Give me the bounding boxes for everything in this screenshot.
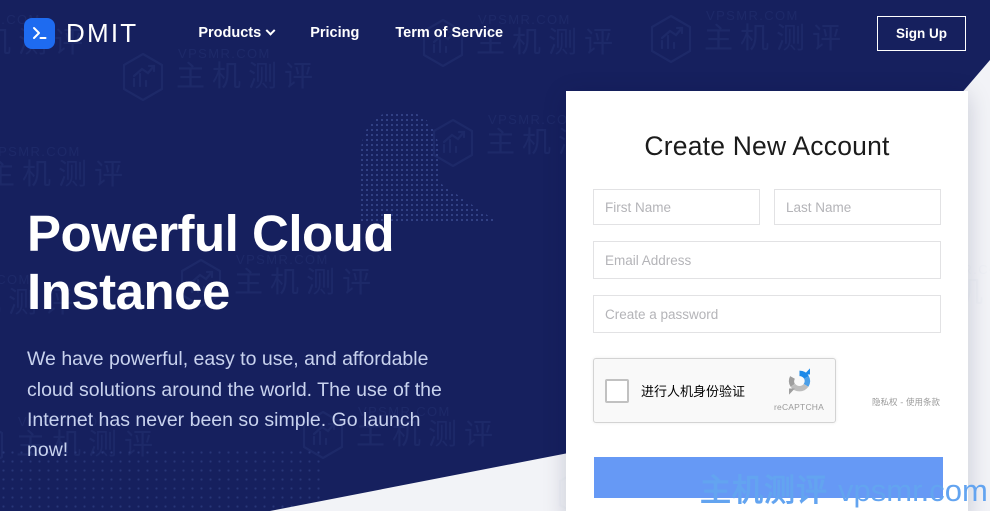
chevron-down-icon xyxy=(265,25,276,36)
watermark-cn: 主机测评 xyxy=(0,158,131,191)
email-field-row xyxy=(593,241,941,279)
recaptcha-terms: 隐私权 - 使用条款 xyxy=(872,398,940,409)
hero-title-line1: Powerful Cloud xyxy=(27,205,394,262)
page-root: VPSMR.COM 主机测评 VPSMR.COM 主机测评 xyxy=(0,0,990,511)
hero-paragraph: We have powerful, easy to use, and affor… xyxy=(27,348,442,462)
recaptcha-branding: reCAPTCHA 隐私权 - 使用条款 xyxy=(774,366,940,415)
nav-item-products[interactable]: Products xyxy=(198,25,276,41)
card-title: Create New Account xyxy=(644,131,890,161)
recaptcha-checkbox[interactable] xyxy=(605,378,629,403)
last-name-input[interactable] xyxy=(774,189,941,225)
brand-name: DMIT xyxy=(66,17,139,48)
recaptcha-label: 进行人机身份验证 xyxy=(641,385,746,400)
main-navigation: Products Pricing Term of Service xyxy=(198,25,503,41)
brand-logo[interactable]: DMIT xyxy=(24,17,139,49)
first-name-input[interactable] xyxy=(593,189,760,225)
create-account-submit-button[interactable] xyxy=(594,457,943,498)
watermark-tile: VPSMR.COM 主机测评 xyxy=(0,144,131,200)
password-field-row xyxy=(593,295,941,333)
name-field-row xyxy=(593,189,941,225)
email-input[interactable] xyxy=(593,241,941,279)
nav-label: Term of Service xyxy=(395,25,504,41)
nav-label: Products xyxy=(198,25,262,41)
watermark-en: VPSMR.COM xyxy=(0,143,81,159)
nav-item-term-of-service[interactable]: Term of Service xyxy=(395,25,503,41)
nav-item-pricing[interactable]: Pricing xyxy=(310,25,359,41)
recaptcha-brand-name: reCAPTCHA xyxy=(774,402,824,413)
signup-card: Create New Account 进行人机身份验证 xyxy=(566,91,968,511)
hero-title-line2: Instance xyxy=(27,262,230,320)
hero-title: Powerful Cloud Instance xyxy=(27,205,457,320)
recaptcha-icon xyxy=(788,368,810,395)
hero-section: Powerful Cloud Instance We have powerful,… xyxy=(27,205,457,466)
nav-label: Pricing xyxy=(310,25,360,41)
password-input[interactable] xyxy=(593,295,941,333)
signup-button[interactable]: Sign Up xyxy=(877,15,966,51)
recaptcha-widget[interactable]: 进行人机身份验证 reCAPTCHA 隐私权 - 使用条款 xyxy=(593,358,940,423)
terminal-prompt-icon xyxy=(24,17,55,49)
site-header: DMIT Products Pricing Term of Service Si… xyxy=(0,0,990,66)
